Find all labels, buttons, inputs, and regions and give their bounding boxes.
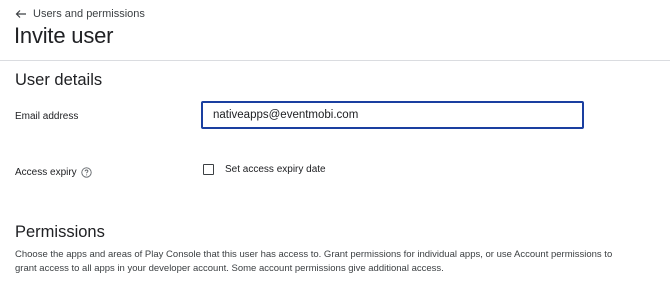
section-title-user-details: User details: [15, 71, 103, 89]
arrow-back-icon[interactable]: [15, 8, 27, 20]
header-divider: [0, 60, 670, 61]
help-circle-icon[interactable]: [81, 167, 92, 178]
access-expiry-checkbox[interactable]: [203, 164, 214, 175]
breadcrumb[interactable]: Users and permissions: [15, 8, 145, 20]
access-expiry-checkbox-row[interactable]: Set access expiry date: [203, 164, 326, 175]
permissions-description: Choose the apps and areas of Play Consol…: [15, 249, 613, 274]
page-title: Invite user: [14, 23, 114, 48]
email-label: Email address: [15, 111, 79, 122]
email-field[interactable]: [201, 101, 584, 129]
access-expiry-label-text: Access expiry: [15, 167, 77, 178]
breadcrumb-label[interactable]: Users and permissions: [33, 8, 145, 20]
section-title-permissions: Permissions: [15, 223, 105, 241]
access-expiry-checkbox-label[interactable]: Set access expiry date: [225, 164, 326, 175]
access-expiry-label: Access expiry: [15, 167, 92, 178]
